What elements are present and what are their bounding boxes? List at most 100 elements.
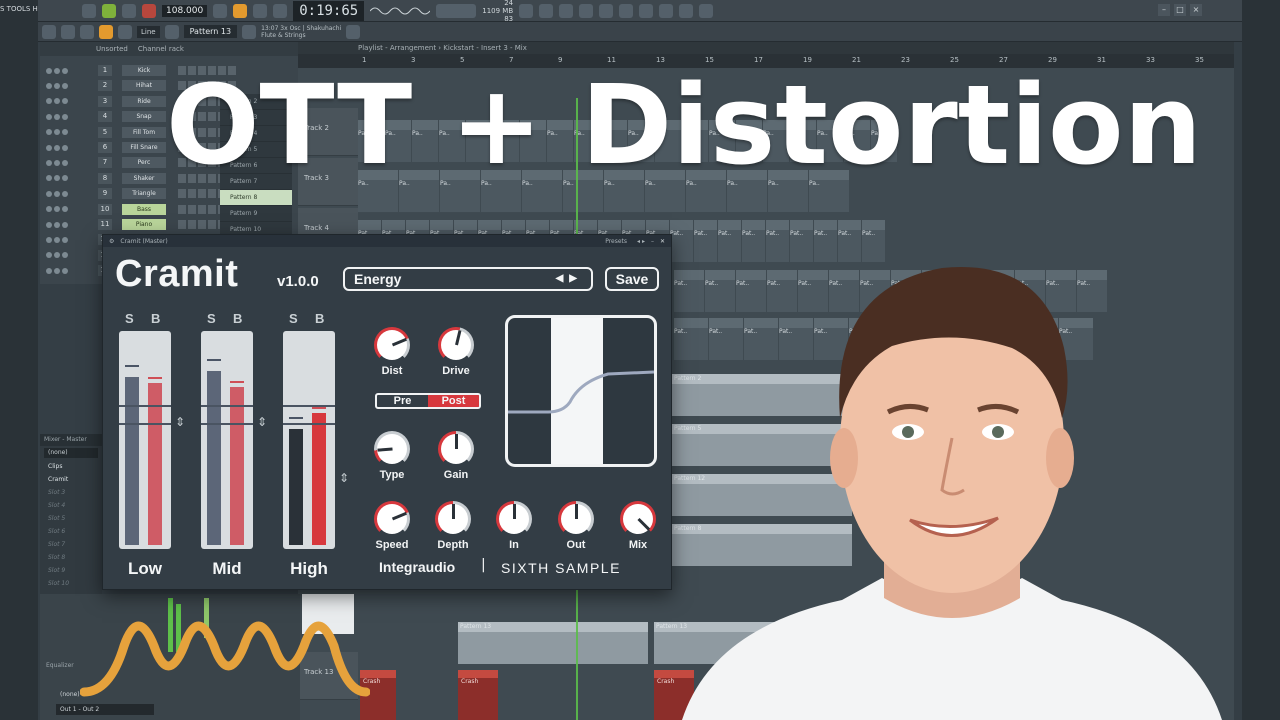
knob-gain[interactable]: Gain	[437, 431, 475, 481]
channel-name-button[interactable]: Bass	[122, 203, 166, 215]
piano-icon[interactable]	[659, 3, 674, 18]
stamp-icon[interactable]	[118, 24, 132, 39]
pattern-selector[interactable]: Pattern 13	[183, 25, 238, 38]
knob-out[interactable]: Out	[557, 501, 595, 551]
help-icon[interactable]	[599, 3, 614, 18]
channel-leds[interactable]	[40, 236, 72, 243]
channel-number[interactable]: 1	[98, 65, 112, 76]
pre-option[interactable]: Pre	[377, 395, 428, 407]
band-threshold-line[interactable]	[283, 423, 335, 425]
online-icon[interactable]	[539, 3, 554, 18]
channel-leds[interactable]	[40, 98, 72, 105]
draw-icon[interactable]	[61, 24, 75, 39]
download-icon[interactable]	[699, 3, 714, 18]
channel-name-button[interactable]: Fill Snare	[122, 142, 166, 153]
stop-icon[interactable]	[122, 3, 136, 18]
channel-name-button[interactable]: Perc	[122, 157, 166, 169]
solo-label[interactable]: S	[125, 311, 134, 326]
pre-post-toggle[interactable]: Pre Post	[375, 393, 481, 409]
band-meter[interactable]	[283, 331, 335, 549]
channel-leds[interactable]	[40, 159, 72, 166]
mixer-slot[interactable]: Slot 4	[40, 499, 102, 512]
snap-select[interactable]: Line	[137, 25, 160, 38]
channel-leds[interactable]	[40, 267, 72, 274]
mixer-slot[interactable]: Slot 7	[40, 538, 102, 551]
channel-leds[interactable]	[40, 252, 72, 259]
mixer-icon[interactable]	[619, 3, 634, 18]
pattern-list-item[interactable]: Pattern 8	[220, 190, 292, 206]
knob-depth[interactable]: Depth	[434, 501, 472, 551]
mixer-slot[interactable]: Slot 8	[40, 551, 102, 564]
threshold-arrows-icon[interactable]: ⇕	[339, 471, 349, 485]
channel-number[interactable]: 5	[98, 126, 112, 138]
channel-number[interactable]: 7	[98, 157, 112, 169]
bypass-label[interactable]: B	[233, 311, 242, 326]
pencil-icon[interactable]	[99, 24, 113, 39]
mic-icon[interactable]	[559, 3, 574, 18]
knob-speed[interactable]: Speed	[373, 501, 411, 551]
minimize-icon[interactable]: –	[1158, 4, 1170, 16]
plugin-picker-icon[interactable]	[346, 24, 361, 39]
channel-leds[interactable]	[40, 190, 72, 197]
arrow-icon[interactable]	[164, 24, 179, 39]
channel-name-button[interactable]: Hihat	[122, 80, 166, 92]
band-threshold-line[interactable]	[201, 423, 253, 425]
knob-type[interactable]: Type	[373, 431, 411, 481]
master-volume-slider[interactable]	[436, 3, 477, 18]
mixer-slot[interactable]: Slot 9	[40, 564, 102, 577]
channel-name-button[interactable]: Kick	[122, 65, 166, 76]
knob-dial[interactable]	[374, 327, 410, 363]
unsorted-filter[interactable]: Unsorted	[96, 45, 128, 53]
post-option[interactable]: Post	[428, 395, 479, 407]
knob-dial[interactable]	[558, 501, 594, 537]
mixer-slot[interactable]: Slot 10	[40, 577, 102, 590]
knob-in[interactable]: In	[495, 501, 533, 551]
knob-dial[interactable]	[620, 501, 656, 537]
bypass-label[interactable]: B	[315, 311, 324, 326]
channel-leds[interactable]	[40, 129, 72, 136]
band-meter[interactable]	[119, 331, 171, 549]
gear-icon[interactable]: ⚙	[109, 238, 114, 245]
presets-menu[interactable]: Presets	[605, 238, 627, 245]
chat-icon[interactable]	[639, 3, 654, 18]
mixer-slot[interactable]: Slot 6	[40, 525, 102, 538]
band-threshold-line[interactable]	[201, 405, 253, 407]
preset-arrows-icon[interactable]: ◀▶	[556, 269, 583, 289]
typing-keyboard-icon[interactable]	[253, 3, 268, 18]
band-threshold-line[interactable]	[283, 405, 335, 407]
channel-number[interactable]: 8	[98, 172, 112, 184]
knob-dial[interactable]	[374, 501, 410, 537]
plugin-titlebar[interactable]: ⚙ Cramit (Master) Presets ◂ ▸ – ✕	[103, 235, 671, 247]
bypass-label[interactable]: B	[151, 311, 160, 326]
knob-dial[interactable]	[374, 431, 410, 467]
browser-icon[interactable]	[679, 3, 694, 18]
channel-number[interactable]: 10	[98, 203, 112, 215]
save-button[interactable]: Save	[605, 267, 659, 291]
knob-dial[interactable]	[496, 501, 532, 537]
mixer-slot[interactable]: Slot 5	[40, 512, 102, 525]
channel-name-button[interactable]: Fill Tom	[122, 126, 166, 138]
threshold-arrows-icon[interactable]: ⇕	[257, 415, 267, 429]
channel-name-button[interactable]: Shaker	[122, 172, 166, 184]
threshold-arrows-icon[interactable]: ⇕	[175, 415, 185, 429]
record-icon[interactable]	[142, 3, 156, 18]
channel-leds[interactable]	[40, 144, 72, 151]
maximize-icon[interactable]: □	[1174, 4, 1186, 16]
nav-arrows-icon[interactable]: ◂ ▸	[637, 238, 645, 245]
channel-number[interactable]: 6	[98, 142, 112, 153]
solo-label[interactable]: S	[207, 311, 216, 326]
solo-label[interactable]: S	[289, 311, 298, 326]
cpu-icon[interactable]	[519, 3, 534, 18]
preset-selector[interactable]: Energy ◀▶	[343, 267, 593, 291]
channel-leds[interactable]	[40, 113, 72, 120]
knob-dial[interactable]	[435, 501, 471, 537]
wrench-icon[interactable]	[579, 3, 594, 18]
channel-name-button[interactable]: Piano	[122, 219, 166, 230]
channel-name-button[interactable]: Ride	[122, 95, 166, 107]
pattern-clip-large[interactable]: Pattern 13	[458, 622, 648, 664]
knob-drive[interactable]: Drive	[437, 327, 475, 377]
channel-name-button[interactable]: Snap	[122, 111, 166, 123]
paint-icon[interactable]	[80, 24, 94, 39]
channel-leds[interactable]	[40, 82, 72, 89]
pattern-song-icon[interactable]	[82, 3, 96, 18]
